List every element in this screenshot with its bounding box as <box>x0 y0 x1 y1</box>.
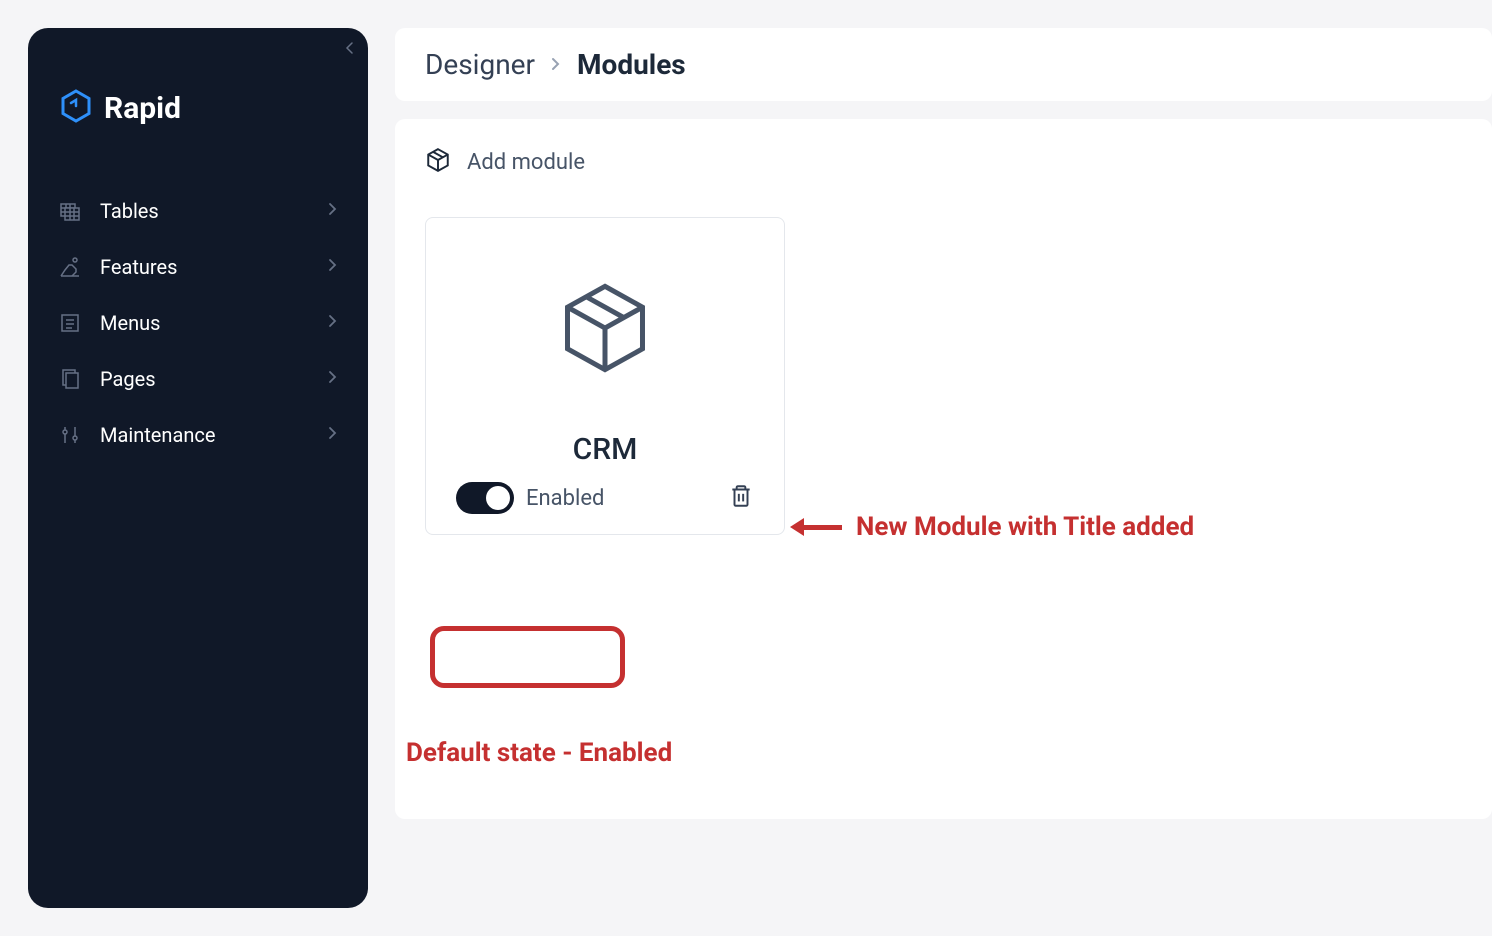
toggle-knob <box>486 486 510 510</box>
chevron-right-icon <box>328 257 338 277</box>
breadcrumb-parent[interactable]: Designer <box>425 48 535 81</box>
features-icon <box>58 255 82 279</box>
delete-button[interactable] <box>728 483 754 513</box>
sidebar-item-maintenance[interactable]: Maintenance <box>28 407 368 463</box>
logo[interactable]: Rapid <box>28 88 368 128</box>
sidebar-item-label: Features <box>100 255 177 279</box>
content-panel: Add module CRM Enabled <box>395 119 1492 819</box>
sidebar-item-pages[interactable]: Pages <box>28 351 368 407</box>
chevron-right-icon <box>328 425 338 445</box>
trash-icon <box>728 483 754 509</box>
add-module-label: Add module <box>467 150 585 175</box>
sidebar-item-label: Menus <box>100 311 160 335</box>
add-module-button[interactable]: Add module <box>425 147 1462 177</box>
package-icon <box>425 147 451 177</box>
sidebar-item-label: Tables <box>100 199 159 223</box>
main-content: Designer Modules Add module <box>395 28 1492 819</box>
package-icon <box>555 278 655 382</box>
sidebar-item-menus[interactable]: Menus <box>28 295 368 351</box>
enabled-toggle-group: Enabled <box>456 482 604 514</box>
pages-icon <box>58 367 82 391</box>
rapid-logo-icon <box>58 88 94 128</box>
module-footer: Enabled <box>446 482 764 514</box>
sidebar-item-label: Maintenance <box>100 423 215 447</box>
toggle-label: Enabled <box>526 486 604 511</box>
sidebar-item-features[interactable]: Features <box>28 239 368 295</box>
chevron-right-icon <box>328 201 338 221</box>
sidebar-item-label: Pages <box>100 367 156 391</box>
chevron-right-icon <box>328 369 338 389</box>
sidebar: Rapid Tables <box>28 28 368 908</box>
breadcrumb-current: Modules <box>577 48 686 81</box>
enabled-toggle[interactable] <box>456 482 514 514</box>
breadcrumb: Designer Modules <box>395 28 1492 101</box>
sidebar-collapse-button[interactable] <box>344 40 354 59</box>
menus-icon <box>58 311 82 335</box>
maintenance-icon <box>58 423 82 447</box>
sidebar-item-tables[interactable]: Tables <box>28 183 368 239</box>
chevron-right-icon <box>550 51 562 79</box>
chevron-right-icon <box>328 313 338 333</box>
module-card-crm[interactable]: CRM Enabled <box>425 217 785 535</box>
logo-text: Rapid <box>104 91 181 126</box>
tables-icon <box>58 199 82 223</box>
module-title: CRM <box>573 432 638 467</box>
